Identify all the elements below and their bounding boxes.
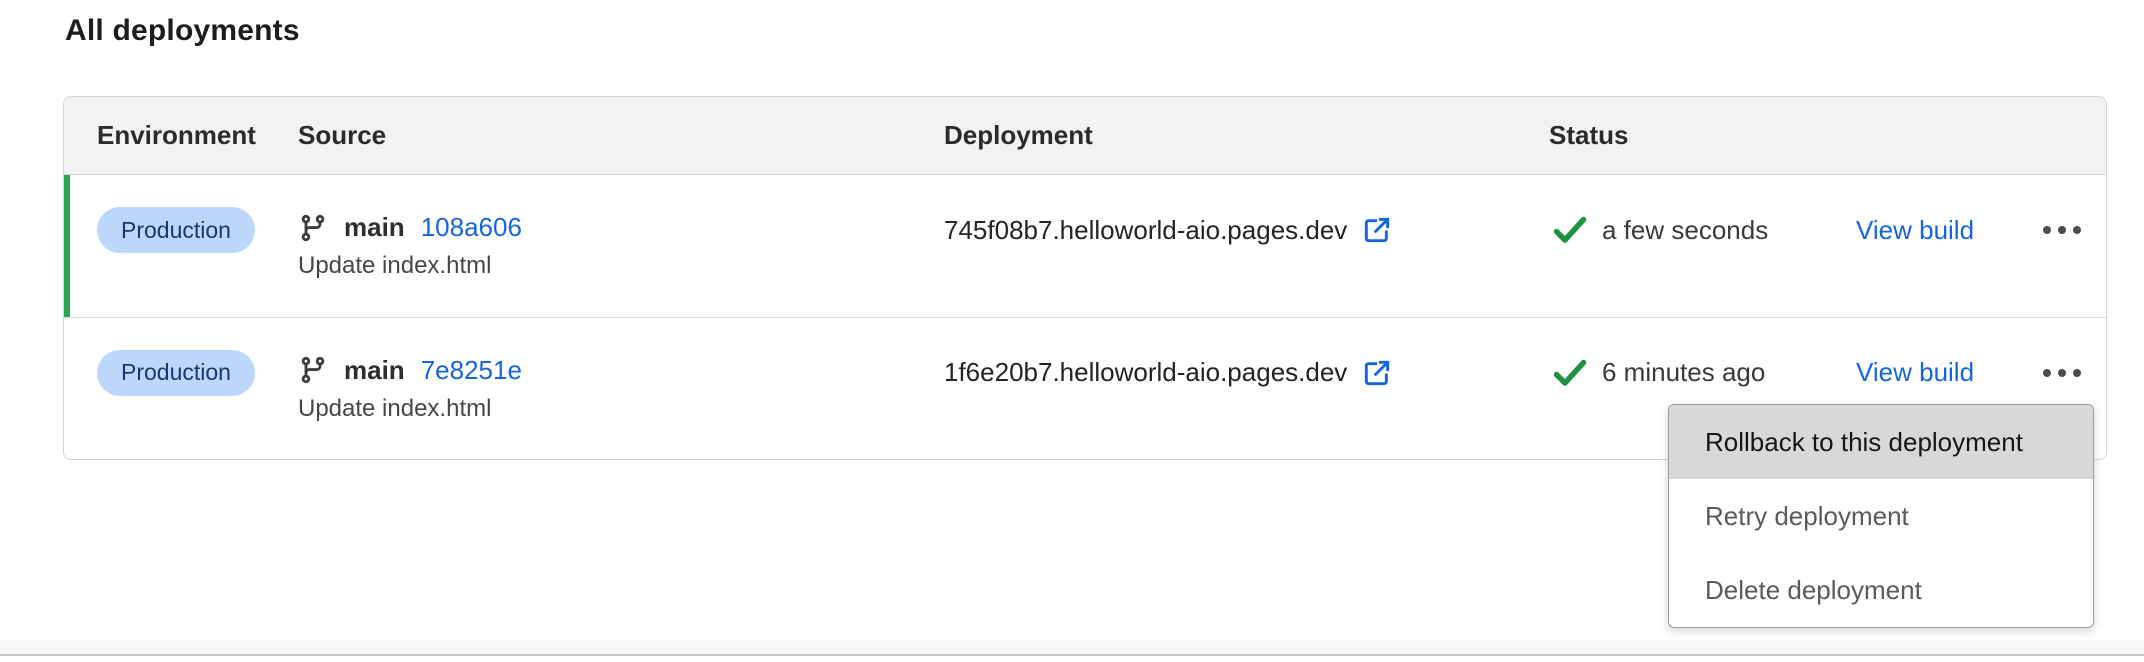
section-background-band [0,640,2144,654]
deployments-page: All deployments Environment Source Deplo… [0,0,2144,662]
source-cell: main 7e8251e Update index.html [298,355,944,423]
environment-badge: Production [97,350,255,396]
page-title: All deployments [65,14,300,48]
menu-item-rollback[interactable]: Rollback to this deployment [1669,405,2093,479]
success-check-icon [1553,359,1587,387]
table-header-row: Environment Source Deployment Status [64,97,2106,175]
branch-name: main [344,355,405,386]
deployment-url: 1f6e20b7.helloworld-aio.pages.dev [944,357,1347,388]
source-cell: main 108a606 Update index.html [298,212,944,280]
success-check-icon [1553,216,1587,244]
view-build-cell: View build [1856,357,2041,388]
view-build-link[interactable]: View build [1856,215,1974,246]
deployment-actions-menu: Rollback to this deployment Retry deploy… [1668,404,2094,628]
commit-message: Update index.html [298,252,491,280]
environment-badge: Production [97,207,255,253]
status-cell: a few seconds [1549,215,1856,246]
more-actions-cell [2041,218,2106,242]
status-time: a few seconds [1602,215,1768,246]
menu-item-delete[interactable]: Delete deployment [1669,553,2093,627]
environment-cell: Production [64,207,298,253]
more-actions-button[interactable] [2041,361,2083,385]
git-branch-icon [298,213,328,243]
external-link-icon[interactable] [1361,357,1393,389]
header-deployment: Deployment [944,120,1549,151]
external-link-icon[interactable] [1361,214,1393,246]
commit-link[interactable]: 108a606 [421,212,522,243]
header-source: Source [298,120,944,151]
status-cell: 6 minutes ago [1549,357,1856,388]
environment-cell: Production [64,350,298,396]
commit-link[interactable]: 7e8251e [421,355,522,386]
view-build-cell: View build [1856,215,2041,246]
section-divider [0,654,2144,656]
menu-item-retry[interactable]: Retry deployment [1669,479,2093,553]
view-build-link[interactable]: View build [1856,357,1974,388]
header-environment: Environment [64,120,298,151]
table-row-deployment-1: Production main 108a606 Update index.htm… [64,175,2106,317]
commit-message: Update index.html [298,395,491,423]
more-actions-button[interactable] [2041,218,2083,242]
deployment-cell: 1f6e20b7.helloworld-aio.pages.dev [944,357,1549,389]
status-time: 6 minutes ago [1602,357,1765,388]
deployment-url: 745f08b7.helloworld-aio.pages.dev [944,215,1347,246]
deployment-cell: 745f08b7.helloworld-aio.pages.dev [944,214,1549,246]
git-branch-icon [298,355,328,385]
branch-name: main [344,212,405,243]
more-actions-cell [2041,361,2106,385]
header-status: Status [1549,120,2106,151]
